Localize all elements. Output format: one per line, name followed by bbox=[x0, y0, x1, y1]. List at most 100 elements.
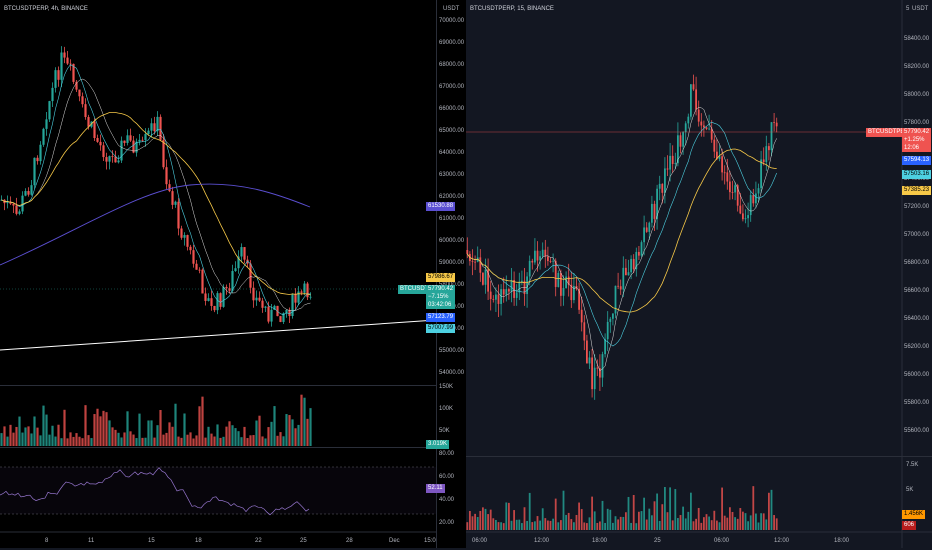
candle-body bbox=[51, 87, 54, 102]
volume-bar bbox=[177, 436, 180, 446]
right-chart-pane[interactable]: BTCUSDTPERP, 15, BINANCE 5 USDT 58400.00… bbox=[466, 0, 932, 548]
candle-body bbox=[536, 250, 539, 261]
candle-body bbox=[734, 185, 736, 193]
candle-body bbox=[42, 128, 45, 145]
left-time-tick: 8 bbox=[45, 538, 49, 544]
volume-bar bbox=[690, 492, 692, 530]
moving-average-line bbox=[1, 112, 311, 296]
ma200-line bbox=[0, 183, 311, 266]
volume-bar bbox=[466, 522, 469, 530]
candle-body bbox=[609, 318, 612, 322]
left-time-tick: Dec bbox=[389, 538, 400, 544]
volume-bar bbox=[544, 518, 547, 530]
candle-body bbox=[207, 298, 210, 301]
left-chart-pane[interactable]: BTCUSDTPERP, 4h, BINANCE bbox=[0, 0, 436, 548]
volume-bar bbox=[586, 523, 588, 530]
candle-body bbox=[216, 293, 219, 311]
volume-bar bbox=[282, 436, 285, 446]
right-time-tick: 12:00 bbox=[774, 538, 790, 544]
candle-body bbox=[560, 272, 562, 296]
candle-body bbox=[105, 157, 108, 162]
volume-bar bbox=[666, 512, 669, 530]
candle-body bbox=[773, 122, 775, 123]
left-change: −7.15% bbox=[428, 294, 449, 300]
candle-body bbox=[228, 288, 231, 291]
candle-body bbox=[721, 156, 723, 173]
left-price-axis[interactable]: USDT 70000.00 69000.00 68000.00 67000.00 660… bbox=[398, 0, 467, 548]
candle-body bbox=[695, 89, 697, 110]
volume-bar bbox=[755, 513, 757, 530]
candle-body bbox=[27, 191, 30, 195]
volume-bar bbox=[120, 437, 123, 446]
candle-body bbox=[99, 141, 102, 146]
volume-bar bbox=[291, 419, 294, 446]
candle-body bbox=[39, 144, 42, 162]
volume-bar bbox=[549, 520, 552, 530]
left-rsi-tick: 80.00 bbox=[439, 451, 455, 457]
candle-body bbox=[692, 84, 695, 90]
candle-body bbox=[666, 168, 669, 170]
volume-bar bbox=[48, 434, 51, 446]
candle-body bbox=[153, 123, 156, 132]
candle-body bbox=[549, 261, 552, 262]
volume-bar bbox=[700, 522, 703, 530]
volume-bar bbox=[578, 502, 580, 530]
candle-body bbox=[713, 139, 716, 152]
candle-body bbox=[84, 104, 87, 118]
left-last-price-tag: 57790.42 −7.15% 03:42:06 bbox=[426, 285, 456, 309]
left-volume-tick: 50K bbox=[439, 428, 450, 434]
candle-body bbox=[81, 96, 84, 105]
candle-body bbox=[234, 268, 237, 272]
left-volume-tick: 100K bbox=[439, 406, 454, 412]
left-rsi-tick: 40.00 bbox=[439, 497, 455, 503]
left-price-tick: 59000.00 bbox=[439, 260, 465, 266]
volume-bar bbox=[45, 414, 48, 446]
candle-body bbox=[466, 250, 469, 254]
volume-bar bbox=[21, 432, 24, 446]
volume-bar bbox=[144, 437, 147, 446]
volume-bar bbox=[264, 438, 267, 446]
candle-body bbox=[742, 213, 744, 220]
candle-body bbox=[508, 289, 510, 292]
candle-body bbox=[102, 145, 105, 158]
volume-bar bbox=[619, 516, 622, 530]
candle-body bbox=[684, 123, 687, 133]
left-price-tick: 62000.00 bbox=[439, 194, 465, 200]
candle-body bbox=[757, 188, 760, 194]
volume-bar bbox=[513, 510, 515, 530]
candle-body bbox=[671, 155, 674, 164]
candle-body bbox=[505, 289, 508, 295]
volume-bar bbox=[36, 427, 39, 446]
candle-body bbox=[700, 121, 703, 126]
ma200-tag: 61530.88 bbox=[426, 202, 456, 211]
right-last-price-tag: 57790.42 +1.25% 12:06 bbox=[902, 128, 932, 152]
volume-bar bbox=[159, 410, 162, 446]
candle-body bbox=[138, 139, 141, 142]
candle-body bbox=[705, 127, 708, 130]
candle-body bbox=[752, 195, 755, 204]
candle-body bbox=[731, 192, 734, 193]
volume-bar bbox=[207, 426, 210, 446]
candle-body bbox=[497, 294, 500, 304]
candle-body bbox=[111, 156, 114, 157]
right-countdown: 12:06 bbox=[904, 145, 920, 151]
volume-bar bbox=[309, 408, 312, 446]
candle-body bbox=[640, 242, 643, 256]
volume-bar bbox=[66, 438, 69, 446]
volume-bar bbox=[216, 424, 219, 446]
candle-body bbox=[255, 297, 258, 301]
volume-bar bbox=[225, 426, 228, 446]
volume-bar bbox=[536, 516, 539, 530]
volume-bar bbox=[105, 412, 108, 446]
left-time-tick: 15 bbox=[148, 538, 155, 544]
candle-body bbox=[300, 291, 303, 293]
volume-bar bbox=[747, 521, 749, 530]
volume-bar bbox=[612, 522, 614, 530]
left-rsi-tick: 60.00 bbox=[439, 474, 455, 480]
candle-body bbox=[580, 309, 583, 323]
volume-bar bbox=[599, 521, 601, 530]
volume-bar bbox=[645, 519, 648, 530]
volume-bar bbox=[726, 517, 729, 530]
volume-bar bbox=[171, 426, 174, 446]
volume-bar bbox=[123, 432, 126, 446]
